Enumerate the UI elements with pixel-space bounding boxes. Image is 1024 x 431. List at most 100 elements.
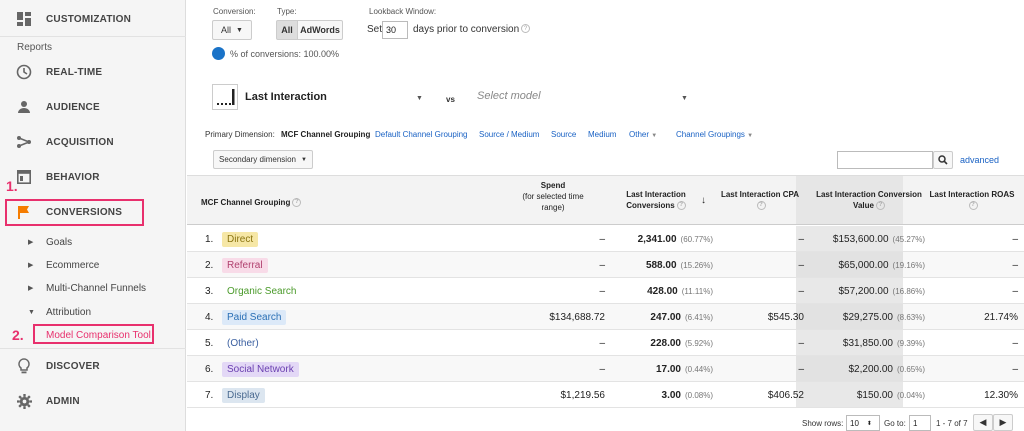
chevron-left-icon: ◀ xyxy=(979,417,987,427)
search-button[interactable] xyxy=(933,151,953,169)
cpa-cell: – xyxy=(798,233,804,245)
th-cpa[interactable]: Last Interaction CPA ? xyxy=(715,189,805,211)
sidebar-subitem-goals[interactable]: ▶ Goals xyxy=(0,231,186,253)
secondary-dimension-dropdown[interactable]: Secondary dimension ▼ xyxy=(213,150,313,169)
conversion-label: Conversion: xyxy=(213,7,256,16)
vs-label: vs xyxy=(446,95,455,104)
sidebar-item-audience[interactable]: AUDIENCE xyxy=(0,90,186,124)
triangle-down-icon: ▼ xyxy=(28,308,35,316)
caret-down-icon[interactable]: ▼ xyxy=(681,95,688,102)
goto-input[interactable]: 1 xyxy=(909,415,931,431)
sidebar-item-behavior[interactable]: BEHAVIOR xyxy=(0,160,186,194)
sidebar-label: ADMIN xyxy=(46,395,80,407)
sidebar-item-discover[interactable]: DISCOVER xyxy=(0,349,186,383)
row-number: 2. xyxy=(205,259,214,271)
th-channel[interactable]: MCF Channel Grouping? xyxy=(201,197,302,208)
type-all-button[interactable]: All xyxy=(276,20,298,40)
caret-down-icon[interactable]: ▼ xyxy=(416,95,423,102)
value-cell: $31,850.00 (9.39%) xyxy=(807,330,925,356)
advanced-link[interactable]: advanced xyxy=(960,155,999,165)
value-amount: $57,200.00 xyxy=(838,285,889,297)
th-spend-line3: range) xyxy=(541,203,565,212)
sidebar-sublabel: Ecommerce xyxy=(46,259,100,271)
roas-cell: – xyxy=(1012,259,1018,271)
conversions-pct: (11.11%) xyxy=(681,286,713,296)
channel-link[interactable]: Referral xyxy=(222,257,268,273)
dim-medium[interactable]: Medium xyxy=(588,130,616,139)
lightbulb-icon xyxy=(16,358,32,374)
value-cell: $29,275.00 (8.63%) xyxy=(807,304,925,330)
help-icon[interactable]: ? xyxy=(968,201,978,211)
dim-default-channel-grouping[interactable]: Default Channel Grouping xyxy=(375,130,468,139)
sidebar-subitem-ecommerce[interactable]: ▶ Ecommerce xyxy=(0,254,186,276)
sidebar-item-admin[interactable]: ADMIN xyxy=(0,384,186,418)
prev-page-button[interactable]: ◀ xyxy=(973,414,993,431)
sidebar-label: CUSTOMIZATION xyxy=(46,13,132,25)
channel-link[interactable]: Organic Search xyxy=(222,284,301,299)
channel-link[interactable]: Direct xyxy=(222,231,259,247)
value-cell: $65,000.00 (19.16%) xyxy=(807,252,925,278)
next-page-button[interactable]: ▶ xyxy=(993,414,1013,431)
table-header: MCF Channel Grouping? Spend (for selecte… xyxy=(187,175,1024,225)
type-label: Type: xyxy=(277,7,297,16)
type-adwords-button[interactable]: AdWords xyxy=(297,20,343,40)
sidebar-item-customization[interactable]: CUSTOMIZATION xyxy=(0,2,186,36)
channel-link[interactable]: Paid Search xyxy=(222,309,287,325)
spend-cell: – xyxy=(599,285,605,297)
show-rows-select[interactable]: 10 ⬍ xyxy=(846,415,880,431)
dim-channel-groupings[interactable]: Channel Groupings ▼ xyxy=(676,130,753,139)
dim-source-medium[interactable]: Source / Medium xyxy=(479,130,539,139)
channel-link[interactable]: (Other) xyxy=(222,336,264,351)
model-name[interactable]: Last Interaction xyxy=(245,91,327,103)
sort-down-arrow-icon[interactable]: ↓ xyxy=(701,195,706,206)
divider xyxy=(0,36,186,37)
stepper-icon: ⬍ xyxy=(866,420,872,427)
th-spend-line1: Spend xyxy=(540,181,566,190)
help-icon[interactable]: ? xyxy=(676,201,686,211)
channel-cell: Paid Search xyxy=(222,304,287,330)
conversion-dropdown[interactable]: All ▼ xyxy=(212,20,252,40)
help-icon[interactable]: ? xyxy=(875,201,885,211)
th-value[interactable]: Last Interaction Conversion Value? xyxy=(813,189,925,211)
th-conversions-line2: Conversions xyxy=(626,201,675,210)
table-row: 7. Display $1,219.56 3.00 (0.08%) $406.52 $150… xyxy=(187,382,1024,408)
sidebar-item-acquisition[interactable]: ACQUISITION xyxy=(0,125,186,159)
caret-down-icon: ▼ xyxy=(300,156,307,163)
help-icon[interactable]: ? xyxy=(756,201,766,211)
sidebar: CUSTOMIZATION Reports REAL-TIME AUDIENCE… xyxy=(0,0,186,431)
channel-link[interactable]: Social Network xyxy=(222,361,299,377)
model-icon xyxy=(212,84,238,110)
help-icon[interactable]: ? xyxy=(521,24,530,33)
sidebar-subitem-attribution[interactable]: ▼ Attribution xyxy=(0,301,186,323)
roas-cell: 12.30% xyxy=(984,389,1018,401)
value-pct: (8.63%) xyxy=(896,312,925,322)
select-model-dropdown[interactable]: Select model xyxy=(477,90,541,102)
lookback-days-input[interactable]: 30 xyxy=(382,21,408,39)
channel-cell: Referral xyxy=(222,252,268,278)
value-cell: $57,200.00 (16.86%) xyxy=(807,278,925,304)
highlight-conversions xyxy=(5,199,144,226)
th-spend[interactable]: Spend (for selected time range) xyxy=(509,180,597,213)
help-icon[interactable]: ? xyxy=(292,198,302,208)
cpa-cell: – xyxy=(798,285,804,297)
conversion-value: All xyxy=(221,25,232,35)
roas-cell: – xyxy=(1012,285,1018,297)
sidebar-item-realtime[interactable]: REAL-TIME xyxy=(0,55,186,89)
th-conversions[interactable]: Last Interaction Conversions? xyxy=(613,189,699,211)
behavior-icon xyxy=(16,169,32,185)
sidebar-sublabel: Multi-Channel Funnels xyxy=(46,282,147,294)
dim-source[interactable]: Source xyxy=(551,130,576,139)
row-number: 7. xyxy=(205,389,214,401)
sidebar-subitem-mcf[interactable]: ▶ Multi-Channel Funnels xyxy=(0,277,186,299)
sidebar-sublabel: Attribution xyxy=(46,306,92,318)
channel-link[interactable]: Display xyxy=(222,387,265,403)
th-roas[interactable]: Last Interaction ROAS ? xyxy=(926,189,1018,211)
conversions-pct: (60.77%) xyxy=(680,234,713,244)
search-input[interactable] xyxy=(837,151,933,169)
value-pct: (16.86%) xyxy=(892,286,925,296)
dim-mcf-channel-grouping[interactable]: MCF Channel Grouping xyxy=(281,130,370,139)
channel-cell: (Other) xyxy=(222,330,264,356)
conversions-pct: (15.26%) xyxy=(680,260,713,270)
dim-other[interactable]: Other ▼ xyxy=(629,130,657,139)
pie-chart-icon xyxy=(212,47,225,60)
